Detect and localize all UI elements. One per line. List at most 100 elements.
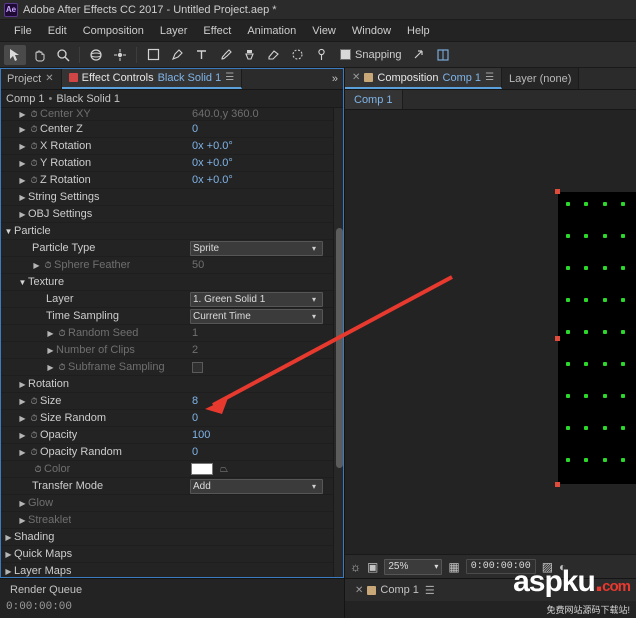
- chevron-right-icon[interactable]: ▶: [4, 567, 13, 576]
- subframe-sampling-checkbox[interactable]: [192, 361, 203, 373]
- snapping-checkbox[interactable]: [340, 49, 351, 60]
- show-snapshot-icon[interactable]: ▣: [367, 560, 378, 574]
- property-row[interactable]: ▶ ⏱ Center Z 0: [0, 121, 344, 138]
- expand-panel-icon[interactable]: »: [326, 68, 344, 89]
- property-row-size[interactable]: ▶ ⏱ Size 8: [0, 393, 344, 410]
- stopwatch-icon[interactable]: ⏱: [28, 413, 40, 424]
- particle-type-select[interactable]: Sprite: [190, 240, 323, 256]
- transfer-mode-select[interactable]: Add: [190, 478, 323, 494]
- menu-layer[interactable]: Layer: [152, 23, 196, 39]
- property-row-size-random[interactable]: ▶ ⏱ Size Random 0: [0, 410, 344, 427]
- property-row-transfer-mode[interactable]: Transfer Mode Add ▾: [0, 478, 344, 495]
- property-row[interactable]: ▶ OBJ Settings: [0, 206, 344, 223]
- property-group-rotation[interactable]: ▶ Rotation: [0, 376, 344, 393]
- workspace-arrow-icon[interactable]: [408, 45, 430, 65]
- orbit-camera-tool-icon[interactable]: [85, 45, 107, 65]
- brush-tool-icon[interactable]: [214, 45, 236, 65]
- chevron-right-icon[interactable]: ▶: [18, 193, 27, 202]
- tab-composition[interactable]: ✕ Composition Comp 1 ☰: [345, 68, 503, 89]
- tab-effect-controls[interactable]: Effect Controls Black Solid 1 ☰: [61, 68, 243, 89]
- tab-timeline-comp1[interactable]: ✕ Comp 1 ☰: [345, 579, 445, 601]
- clone-stamp-tool-icon[interactable]: [238, 45, 260, 65]
- composition-viewer[interactable]: [345, 110, 636, 554]
- menu-composition[interactable]: Composition: [75, 23, 152, 39]
- panel-menu-icon[interactable]: ☰: [485, 72, 494, 83]
- menu-help[interactable]: Help: [399, 23, 438, 39]
- time-sampling-select[interactable]: Current Time: [190, 308, 323, 324]
- zoom-level-select[interactable]: 25% ▾: [384, 558, 443, 575]
- scrollbar-thumb[interactable]: [336, 228, 343, 468]
- shape-tool-icon[interactable]: [142, 45, 164, 65]
- eraser-tool-icon[interactable]: [262, 45, 284, 65]
- stopwatch-icon[interactable]: ⏱: [32, 464, 44, 475]
- property-row-time-sampling[interactable]: Time Sampling Current Time ▾: [0, 308, 344, 325]
- property-group-streaklet[interactable]: ▶ Streaklet: [0, 512, 344, 529]
- viewer-tab-comp1[interactable]: Comp 1: [345, 90, 403, 109]
- stopwatch-icon[interactable]: ⏱: [28, 430, 40, 441]
- property-group-layer-maps[interactable]: ▶ Layer Maps: [0, 563, 344, 578]
- chevron-right-icon[interactable]: ▶: [4, 550, 13, 559]
- hand-tool-icon[interactable]: [28, 45, 50, 65]
- chevron-right-icon[interactable]: ▶: [18, 110, 27, 119]
- property-group-quick-maps[interactable]: ▶ Quick Maps: [0, 546, 344, 563]
- property-row[interactable]: ▶ ⏱ Center XY 640.0,y 360.0: [0, 108, 344, 121]
- layer-handle-top-left[interactable]: [555, 189, 560, 194]
- chevron-down-icon[interactable]: ▼: [4, 227, 13, 236]
- property-row-particle-type[interactable]: Particle Type Sprite ▾: [0, 240, 344, 257]
- menu-window[interactable]: Window: [344, 23, 399, 39]
- chevron-right-icon[interactable]: ▶: [46, 346, 55, 355]
- property-value[interactable]: 1: [192, 327, 198, 339]
- chevron-right-icon[interactable]: ▶: [32, 261, 41, 270]
- snapping-toggle[interactable]: Snapping: [340, 49, 402, 61]
- menu-effect[interactable]: Effect: [195, 23, 239, 39]
- color-swatch[interactable]: [191, 463, 213, 475]
- property-value[interactable]: 50: [192, 259, 204, 271]
- property-value[interactable]: 0: [192, 123, 198, 135]
- stopwatch-icon[interactable]: ⏱: [28, 396, 40, 407]
- property-list-scrollbar[interactable]: [333, 108, 344, 578]
- chevron-right-icon[interactable]: ▶: [46, 363, 55, 372]
- close-icon[interactable]: ✕: [355, 585, 363, 596]
- layer-handle-mid-left[interactable]: [555, 336, 560, 341]
- property-row-color[interactable]: ⏱ Color ⏢: [0, 461, 344, 478]
- selection-tool-icon[interactable]: [4, 44, 26, 65]
- property-value[interactable]: 0: [192, 412, 198, 424]
- stopwatch-icon[interactable]: ⏱: [28, 447, 40, 458]
- menu-animation[interactable]: Animation: [239, 23, 304, 39]
- stopwatch-icon[interactable]: ⏱: [28, 158, 40, 169]
- zoom-tool-icon[interactable]: [52, 45, 74, 65]
- workspace-layout-icon[interactable]: [432, 45, 454, 65]
- roto-brush-tool-icon[interactable]: [286, 45, 308, 65]
- pan-behind-tool-icon[interactable]: [109, 45, 131, 65]
- stopwatch-icon[interactable]: ⏱: [56, 328, 68, 339]
- menu-file[interactable]: File: [6, 23, 40, 39]
- tab-layer[interactable]: Layer (none): [502, 68, 580, 89]
- chevron-down-icon[interactable]: ▼: [18, 278, 27, 287]
- property-row[interactable]: ▶ ⏱ Y Rotation 0x +0.0°: [0, 155, 344, 172]
- pen-tool-icon[interactable]: [166, 45, 188, 65]
- property-value[interactable]: 640.0,y 360.0: [192, 108, 259, 120]
- property-value[interactable]: 2: [192, 344, 198, 356]
- stopwatch-icon[interactable]: ⏱: [28, 175, 40, 186]
- panel-menu-icon[interactable]: ☰: [225, 72, 234, 83]
- chevron-right-icon[interactable]: ▶: [18, 397, 27, 406]
- stopwatch-icon[interactable]: ⏱: [42, 260, 54, 271]
- chevron-right-icon[interactable]: ▶: [18, 448, 27, 457]
- chevron-right-icon[interactable]: ▶: [46, 329, 55, 338]
- stopwatch-icon[interactable]: ⏱: [28, 124, 40, 135]
- current-timecode[interactable]: 0:00:00:00: [465, 559, 536, 574]
- property-row[interactable]: ▶ ⏱ Z Rotation 0x +0.0°: [0, 172, 344, 189]
- chevron-right-icon[interactable]: ▶: [18, 210, 27, 219]
- menu-view[interactable]: View: [304, 23, 344, 39]
- property-group-shading[interactable]: ▶ Shading: [0, 529, 344, 546]
- property-value[interactable]: 100: [192, 429, 210, 441]
- tab-project[interactable]: Project ✕: [0, 68, 62, 89]
- eyedropper-icon[interactable]: ⏢: [220, 464, 228, 475]
- layer-handle-bottom-left[interactable]: [555, 482, 560, 487]
- stopwatch-icon[interactable]: ⏱: [28, 109, 40, 120]
- property-row[interactable]: ▶ ⏱ Random Seed 1: [0, 325, 344, 342]
- property-row-opacity-random[interactable]: ▶ ⏱ Opacity Random 0: [0, 444, 344, 461]
- property-group-texture[interactable]: ▼ Texture: [0, 274, 344, 291]
- channel-icon[interactable]: ◐: [559, 560, 566, 574]
- property-row-opacity[interactable]: ▶ ⏱ Opacity 100: [0, 427, 344, 444]
